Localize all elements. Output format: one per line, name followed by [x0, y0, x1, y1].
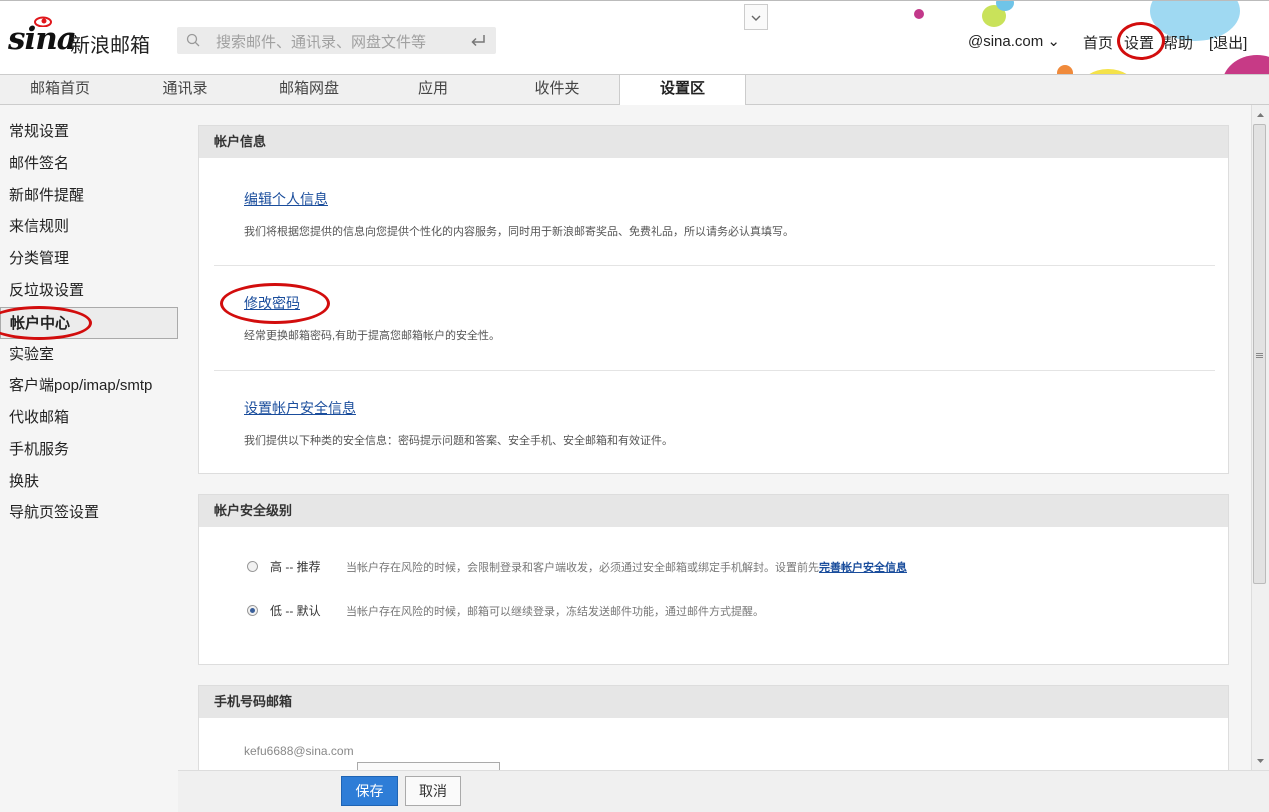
- chevron-down-icon: [751, 15, 761, 21]
- flower-decoration: [914, 9, 924, 19]
- logo-eye-icon: [34, 16, 52, 27]
- logout-link[interactable]: [退出]: [1209, 32, 1247, 53]
- thumb-grip: [1256, 353, 1263, 354]
- security-high-label[interactable]: 高 -- 推荐: [270, 558, 321, 575]
- security-high-radio[interactable]: [247, 561, 258, 572]
- tab-settings[interactable]: 设置区: [619, 75, 746, 106]
- sidebar-item-skin[interactable]: 换肤: [0, 466, 178, 498]
- edit-profile-link[interactable]: 编辑个人信息: [244, 189, 328, 209]
- tab-apps[interactable]: 应用: [372, 75, 494, 105]
- scrollbar-thumb[interactable]: [1253, 124, 1266, 584]
- sidebar-item-mobile-service[interactable]: 手机服务: [0, 434, 178, 466]
- sidebar-item-lab[interactable]: 实验室: [0, 339, 178, 371]
- section-divider: [214, 265, 1215, 266]
- sidebar-item-general[interactable]: 常规设置: [0, 116, 178, 148]
- scroll-down-icon[interactable]: [1252, 753, 1269, 769]
- tab-inbox-folders[interactable]: 收件夹: [496, 75, 618, 105]
- security-info-description: 我们提供以下种类的安全信息：密码提示问题和答案、安全手机、安全邮箱和有效证件。: [244, 435, 673, 447]
- save-button[interactable]: 保存: [341, 776, 398, 806]
- sidebar-item-account-center[interactable]: 帐户中心: [0, 307, 178, 339]
- flower-decoration: [1222, 55, 1269, 74]
- sidebar-item-mail-rules[interactable]: 来信规则: [0, 211, 178, 243]
- complete-security-info-link[interactable]: 完善帐户安全信息: [819, 562, 907, 574]
- enter-icon[interactable]: [470, 33, 486, 47]
- home-link[interactable]: 首页: [1083, 32, 1113, 53]
- mobile-mailbox-email: kefu6688@sina.com: [244, 744, 354, 758]
- account-menu[interactable]: @sina.com ⌄: [968, 32, 1060, 50]
- search-box[interactable]: 搜索邮件、通讯录、网盘文件等: [177, 27, 496, 54]
- security-low-radio[interactable]: [247, 605, 258, 616]
- scroll-up-icon[interactable]: [1252, 107, 1269, 123]
- sidebar-item-categories[interactable]: 分类管理: [0, 243, 178, 275]
- security-high-description: 当帐户存在风险的时候，会限制登录和客户端收发，必须通过安全邮箱或绑定手机解封。设…: [346, 559, 907, 575]
- change-password-description: 经常更换邮箱密码,有助于提高您邮箱帐户的安全性。: [244, 330, 501, 342]
- tab-more-button[interactable]: [744, 4, 768, 30]
- security-high-text: 当帐户存在风险的时候，会限制登录和客户端收发，必须通过安全邮箱或绑定手机解封。设…: [346, 562, 819, 574]
- security-low-label[interactable]: 低 -- 默认: [270, 602, 321, 619]
- header: sina 新浪邮箱 搜索邮件、通讯录、网盘文件等 @sina.com ⌄ 首页 …: [0, 0, 1269, 74]
- settings-content: 帐户信息 编辑个人信息 我们将根据您提供的信息向您提供个性化的内容服务，同时用于…: [178, 105, 1251, 770]
- sidebar-item-new-mail-alert[interactable]: 新邮件提醒: [0, 180, 178, 212]
- panel-title: 帐户信息: [199, 126, 1228, 158]
- sidebar-item-anti-spam[interactable]: 反垃圾设置: [0, 275, 178, 307]
- sidebar-item-client-protocols[interactable]: 客户端pop/imap/smtp: [0, 370, 178, 402]
- panel-title: 帐户安全级别: [199, 495, 1228, 527]
- sidebar-item-mail-collect[interactable]: 代收邮箱: [0, 402, 178, 434]
- help-link[interactable]: 帮助: [1163, 32, 1193, 53]
- settings-sidebar: 常规设置 邮件签名 新邮件提醒 来信规则 分类管理 反垃圾设置 帐户中心 实验室…: [0, 105, 178, 812]
- search-placeholder: 搜索邮件、通讯录、网盘文件等: [216, 34, 427, 51]
- panel-title: 手机号码邮箱: [199, 686, 1228, 718]
- security-low-description: 当帐户存在风险的时候，邮箱可以继续登录，冻结发送邮件功能，通过邮件方式提醒。: [346, 606, 764, 618]
- tab-contacts[interactable]: 通讯录: [124, 75, 246, 105]
- sidebar-item-signature[interactable]: 邮件签名: [0, 148, 178, 180]
- flower-decoration: [1057, 65, 1073, 74]
- section-divider: [214, 370, 1215, 371]
- edit-profile-description: 我们将根据您提供的信息向您提供个性化的内容服务，同时用于新浪邮寄奖品、免费礼品，…: [244, 226, 794, 238]
- flower-decoration: [996, 1, 1014, 11]
- logo-product-name: 新浪邮箱: [70, 35, 150, 57]
- settings-link[interactable]: 设置: [1124, 32, 1154, 53]
- security-level-panel: 帐户安全级别 高 -- 推荐 当帐户存在风险的时候，会限制登录和客户端收发，必须…: [198, 494, 1229, 665]
- change-password-link[interactable]: 修改密码: [244, 293, 300, 313]
- account-info-panel: 帐户信息 编辑个人信息 我们将根据您提供的信息向您提供个性化的内容服务，同时用于…: [198, 125, 1229, 474]
- sidebar-item-nav-tabs[interactable]: 导航页签设置: [0, 497, 178, 529]
- cancel-button[interactable]: 取消: [405, 776, 461, 806]
- tab-netdisk[interactable]: 邮箱网盘: [248, 75, 370, 105]
- tab-mail-home[interactable]: 邮箱首页: [0, 75, 120, 105]
- search-icon: [186, 33, 200, 47]
- security-info-link[interactable]: 设置帐户安全信息: [244, 398, 356, 418]
- mobile-action-button[interactable]: [357, 762, 500, 770]
- mobile-mailbox-panel: 手机号码邮箱 kefu6688@sina.com: [198, 685, 1229, 770]
- main-tab-bar: 邮箱首页 通讯录 邮箱网盘 应用 收件夹 设置区: [0, 74, 1269, 106]
